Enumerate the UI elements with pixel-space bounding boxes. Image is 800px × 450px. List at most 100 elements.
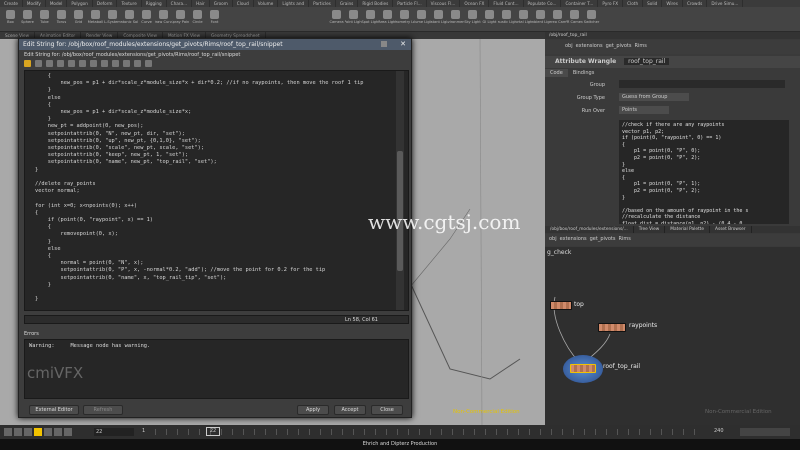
stop-icon[interactable]: [34, 428, 42, 436]
shelf-tab-12[interactable]: Lights and: [278, 0, 310, 7]
parameter-path[interactable]: obj extensions get_pivots Rims: [545, 40, 800, 54]
create-tool-7[interactable]: Platonic Sol...: [121, 8, 138, 30]
node-top[interactable]: [550, 301, 572, 310]
run-over-select[interactable]: Points: [619, 106, 669, 114]
path-crumb-2[interactable]: get_pivots: [606, 43, 632, 51]
shelf-tab-2[interactable]: Model: [46, 0, 68, 7]
play-icon[interactable]: [44, 428, 52, 436]
frame-ruler[interactable]: [155, 429, 705, 435]
create-tool-2[interactable]: Tube: [36, 8, 53, 30]
create-tools[interactable]: Box Sphere Tube Torus Grid MetaballL-SystemPl…: [2, 8, 320, 30]
create-tool-0[interactable]: Box: [2, 8, 19, 30]
light-tool-12[interactable]: Ambient Lig...: [532, 8, 549, 30]
shelf-tab-13[interactable]: Particles: [309, 0, 336, 7]
light-tool-14[interactable]: VR Camera: [566, 8, 583, 30]
shelf-tab-8[interactable]: Hair: [192, 0, 210, 7]
wrap-icon[interactable]: [145, 60, 152, 67]
create-tool-11[interactable]: Circle: [189, 8, 206, 30]
light-tool-7[interactable]: Environmen...: [447, 8, 464, 30]
shelf-tab-14[interactable]: Grains: [336, 0, 359, 7]
parameter-pane-tab[interactable]: /obj/roof_top_rail: [545, 32, 800, 39]
accept-button[interactable]: Accept: [334, 405, 366, 415]
shelf-tab-27[interactable]: Drive Simu...: [707, 0, 744, 7]
light-tools[interactable]: CameraPoint LightSpot LightArea LightGeo…: [328, 8, 798, 30]
path-crumb-1[interactable]: extensions: [576, 43, 603, 51]
current-frame-marker[interactable]: 22: [206, 427, 220, 436]
cut-icon[interactable]: [46, 60, 53, 67]
minimize-icon[interactable]: [381, 41, 387, 47]
network-crumb-1[interactable]: extensions: [560, 236, 587, 244]
light-tool-4[interactable]: Geometry L...: [396, 8, 413, 30]
network-editor[interactable]: g_check top raypoints roof_top_rail Non-…: [545, 247, 800, 425]
code-text[interactable]: { new_pos = p1 + dir*scale_z*module_size…: [25, 71, 408, 304]
create-tool-1[interactable]: Sphere: [19, 8, 36, 30]
network-crumb-2[interactable]: get_pivots: [590, 236, 616, 244]
shelf-tab-3[interactable]: Polygon: [67, 0, 93, 7]
redo-icon[interactable]: [35, 60, 42, 67]
shelf-tab-25[interactable]: Wires: [662, 0, 683, 7]
network-tab-3[interactable]: Asset Browser: [710, 226, 752, 233]
shelf-tab-1[interactable]: Modify: [23, 0, 46, 7]
shelf-tab-21[interactable]: Container T...: [561, 0, 599, 7]
light-tool-2[interactable]: Spot Light: [362, 8, 379, 30]
shelf-tab-24[interactable]: Solid: [643, 0, 663, 7]
tab-bindings[interactable]: Bindings: [568, 69, 600, 77]
node-raypoints[interactable]: [598, 323, 626, 332]
shelf-tab-5[interactable]: Texture: [117, 0, 142, 7]
create-tool-8[interactable]: Curve: [138, 8, 155, 30]
apply-button[interactable]: Apply: [297, 405, 329, 415]
copy-icon[interactable]: [57, 60, 64, 67]
refresh-button[interactable]: Refresh: [83, 405, 123, 415]
network-tab-0[interactable]: /obj/box/roof_modules/extensions/...: [545, 226, 634, 233]
indent-icon[interactable]: [101, 60, 108, 67]
shelf-tab-16[interactable]: Particle Fl...: [393, 0, 427, 7]
step-back-icon[interactable]: [14, 428, 22, 436]
create-tool-6[interactable]: L-System: [104, 8, 121, 30]
comment-icon[interactable]: [123, 60, 130, 67]
editor-scrollbar[interactable]: [396, 71, 404, 310]
network-crumb-0[interactable]: obj: [549, 236, 557, 244]
shelf-tab-17[interactable]: Viscous Fl...: [427, 0, 461, 7]
find-icon[interactable]: [79, 60, 86, 67]
font-size-icon[interactable]: [134, 60, 141, 67]
create-tool-12[interactable]: Font: [206, 8, 223, 30]
paste-icon[interactable]: [68, 60, 75, 67]
shelf-tab-20[interactable]: Populate Co...: [524, 0, 562, 7]
path-crumb-0[interactable]: obj: [565, 43, 573, 51]
shelf-tab-18[interactable]: Ocean FX: [460, 0, 490, 7]
shelf-tab-19[interactable]: Fluid Cont...: [489, 0, 524, 7]
param-subtabs[interactable]: Code Bindings: [545, 69, 800, 77]
light-tool-9[interactable]: GI Light: [481, 8, 498, 30]
jump-start-icon[interactable]: [4, 428, 12, 436]
shelf-tab-26[interactable]: Crowds: [683, 0, 708, 7]
shelf-tab-6[interactable]: Rigging: [142, 0, 167, 7]
shelf-tab-23[interactable]: Cloth: [623, 0, 644, 7]
range-controls[interactable]: [740, 428, 790, 436]
create-tool-4[interactable]: Grid: [70, 8, 87, 30]
shelf-tab-7[interactable]: Chara...: [167, 0, 193, 7]
timeline[interactable]: 22 1 22 240: [0, 425, 800, 439]
light-tool-10[interactable]: Caustic Light: [498, 8, 515, 30]
external-editor-button[interactable]: External Editor: [29, 405, 79, 415]
shelf-tabs[interactable]: Create Modify Model Polygon Deform Texture Rig…: [0, 0, 800, 7]
jump-end-icon[interactable]: [64, 428, 72, 436]
light-tool-6[interactable]: Distant Light: [430, 8, 447, 30]
network-tab-1[interactable]: Tree View: [634, 226, 666, 233]
light-tool-13[interactable]: Stereo Cam...: [549, 8, 566, 30]
close-button[interactable]: Close: [371, 405, 403, 415]
path-crumb-3[interactable]: Rims: [634, 43, 646, 51]
step-forward-icon[interactable]: [54, 428, 62, 436]
shelf-tab-11[interactable]: Volume: [254, 0, 279, 7]
node-roof-top-rail[interactable]: [570, 364, 596, 373]
network-path[interactable]: obj extensions get_pivots Rims: [545, 234, 800, 246]
undo-icon[interactable]: [24, 60, 31, 67]
group-type-select[interactable]: Guess from Group: [619, 93, 689, 101]
tab-code[interactable]: Code: [545, 69, 568, 77]
frame-field[interactable]: 22: [94, 428, 134, 436]
create-tool-5[interactable]: Metaball: [87, 8, 104, 30]
vex-snippet-field[interactable]: //check if there are any raypoints vecto…: [619, 120, 789, 224]
create-tool-9[interactable]: Draw Curve: [155, 8, 172, 30]
group-field[interactable]: [619, 80, 785, 88]
play-reverse-icon[interactable]: [24, 428, 32, 436]
close-icon[interactable]: ✕: [400, 40, 406, 48]
